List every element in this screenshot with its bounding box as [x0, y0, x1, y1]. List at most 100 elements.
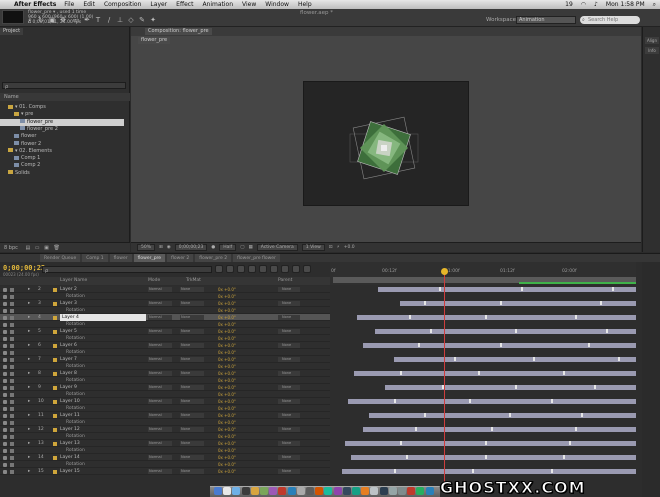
project-search-input[interactable]: ρ — [2, 82, 126, 90]
visibility-icon[interactable] — [3, 469, 7, 474]
audio-icon[interactable] — [10, 308, 14, 313]
keyframe[interactable] — [478, 371, 481, 375]
keyframe[interactable] — [399, 441, 402, 445]
trkmat-select[interactable]: None — [180, 371, 204, 376]
visibility-icon[interactable] — [3, 392, 7, 397]
layer-duration-bar[interactable] — [351, 455, 636, 460]
parent-select[interactable]: None — [278, 427, 300, 432]
project-item[interactable]: Comp 2 — [0, 162, 124, 169]
volume-icon[interactable]: ♪ — [594, 1, 598, 8]
layer-name[interactable]: Layer 12 — [60, 426, 80, 433]
audio-icon[interactable] — [10, 399, 14, 404]
keyframe[interactable] — [587, 343, 590, 347]
audio-icon[interactable] — [10, 406, 14, 411]
project-item[interactable]: ▾ 02. Elements — [0, 148, 124, 155]
snapshot-icon[interactable]: ◉ — [167, 245, 171, 250]
dock-app-icon[interactable] — [260, 487, 268, 495]
keyframe[interactable] — [563, 371, 566, 375]
twirl-icon[interactable]: ▸ — [28, 342, 30, 349]
audio-icon[interactable] — [10, 287, 14, 292]
puppet-tool-icon[interactable]: ✦ — [149, 16, 157, 24]
keyframe[interactable] — [617, 357, 620, 361]
project-item[interactable]: Solids — [0, 170, 124, 177]
wifi-icon[interactable]: ◠ — [581, 1, 586, 8]
visibility-icon[interactable] — [3, 322, 7, 327]
keyframe[interactable] — [393, 399, 396, 403]
column-mode[interactable]: Mode — [148, 277, 160, 285]
keyframe[interactable] — [563, 455, 566, 459]
rotation-value[interactable]: 0x +0.0° — [218, 398, 236, 405]
layer-duration-bar[interactable] — [378, 287, 636, 292]
visibility-icon[interactable] — [3, 294, 7, 299]
keyframe[interactable] — [469, 399, 472, 403]
twirl-icon[interactable]: ▸ — [28, 370, 30, 377]
visibility-icon[interactable] — [3, 420, 7, 425]
property-row[interactable]: Rotation 0x +0.0° — [0, 419, 636, 426]
label-color-icon[interactable] — [53, 469, 57, 474]
property-value[interactable]: 0x +0.0° — [218, 391, 236, 398]
layer-name[interactable]: Layer 13 — [60, 440, 80, 447]
twirl-icon[interactable]: ▸ — [28, 314, 30, 321]
keyframe[interactable] — [439, 287, 442, 291]
keyframe[interactable] — [605, 329, 608, 333]
parent-select[interactable]: None — [278, 469, 300, 474]
mode-select[interactable]: Normal — [148, 441, 172, 446]
property-value[interactable]: 0x +0.0° — [218, 405, 236, 412]
keyframe[interactable] — [454, 357, 457, 361]
dock-app-icon[interactable] — [388, 487, 397, 495]
mode-select[interactable]: Normal — [148, 301, 172, 306]
auto-keyframe-icon[interactable] — [292, 265, 300, 273]
keyframe[interactable] — [484, 315, 487, 319]
visibility-icon[interactable] — [3, 448, 7, 453]
keyframe[interactable] — [423, 413, 426, 417]
trkmat-select[interactable]: None — [180, 399, 204, 404]
parent-select[interactable]: None — [278, 371, 300, 376]
current-time-indicator[interactable] — [441, 268, 448, 275]
twirl-icon[interactable]: ▸ — [28, 426, 30, 433]
layer-row[interactable]: ▸ 2 Layer 2 Normal None 0x +0.0° None — [0, 286, 636, 293]
keyframe[interactable] — [393, 469, 396, 473]
rotation-value[interactable]: 0x +0.0° — [218, 454, 236, 461]
keyframe[interactable] — [581, 413, 584, 417]
app-menu[interactable]: After Effects — [14, 1, 56, 8]
rotation-value[interactable]: 0x +0.0° — [218, 412, 236, 419]
audio-icon[interactable] — [10, 364, 14, 369]
layer-row[interactable]: ▸ 7 Layer 7 Normal None 0x +0.0° None — [0, 356, 636, 363]
dock-app-icon[interactable] — [370, 487, 379, 495]
audio-icon[interactable] — [10, 378, 14, 383]
parent-select[interactable]: None — [278, 413, 300, 418]
keyframe[interactable] — [408, 315, 411, 319]
property-value[interactable]: 0x +0.0° — [218, 447, 236, 454]
layer-duration-bar[interactable] — [348, 399, 636, 404]
live-update-icon[interactable] — [226, 265, 234, 273]
layer-name[interactable]: Layer 5 — [60, 328, 77, 335]
mode-select[interactable]: Normal — [148, 287, 172, 292]
subtab-flower-pre[interactable]: flower_pre — [138, 37, 171, 44]
visibility-icon[interactable] — [3, 378, 7, 383]
property-value[interactable]: 0x +0.0° — [218, 307, 236, 314]
dock-app-icon[interactable] — [333, 487, 342, 495]
property-row[interactable]: Rotation 0x +0.0° — [0, 349, 636, 356]
parent-select[interactable]: None — [278, 343, 300, 348]
rotation-value[interactable]: 0x +0.0° — [218, 384, 236, 391]
keyframe[interactable] — [551, 469, 554, 473]
twirl-icon[interactable]: ▸ — [28, 398, 30, 405]
mode-select[interactable]: Normal — [148, 343, 172, 348]
layer-name[interactable]: Layer 10 — [60, 398, 80, 405]
trkmat-select[interactable]: None — [180, 357, 204, 362]
property-row[interactable]: Rotation 0x +0.0° — [0, 405, 636, 412]
keyframe[interactable] — [551, 399, 554, 403]
toggle-pixel-aspect-icon[interactable]: ⊡ — [329, 245, 333, 250]
layer-row[interactable]: ▸ 4 Layer 4 Normal None 0x +0.0° None — [0, 314, 636, 321]
visibility-icon[interactable] — [3, 357, 7, 362]
trkmat-select[interactable]: None — [180, 301, 204, 306]
trkmat-select[interactable]: None — [180, 427, 204, 432]
audio-icon[interactable] — [10, 301, 14, 306]
property-row[interactable]: Rotation 0x +0.0° — [0, 335, 636, 342]
fast-previews-icon[interactable]: ⚡ — [337, 245, 340, 250]
graph-editor-icon[interactable] — [303, 265, 311, 273]
motion-blur-icon[interactable] — [270, 265, 278, 273]
visibility-icon[interactable] — [3, 371, 7, 376]
rotation-value[interactable]: 0x +0.0° — [218, 356, 236, 363]
visibility-icon[interactable] — [3, 329, 7, 334]
